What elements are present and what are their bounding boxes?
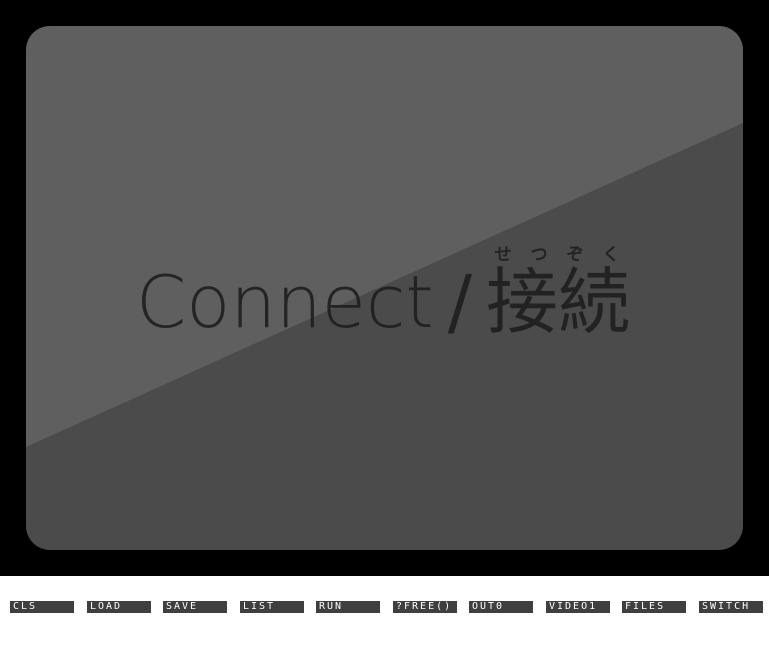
connect-text-ja-ruby: 接続せつぞく — [485, 246, 630, 344]
fkey-run[interactable]: RUN — [316, 601, 380, 613]
connect-separator: / — [447, 260, 472, 344]
fkey-switch[interactable]: SWITCH — [699, 601, 763, 613]
fkey-free[interactable]: ?FREE() — [393, 601, 457, 613]
fkey-list[interactable]: LIST — [240, 601, 304, 613]
fkey-video1[interactable]: VIDEO1 — [546, 601, 610, 613]
screen-frame: Connect / 接続せつぞく — [0, 0, 769, 576]
screen-panel: Connect / 接続せつぞく — [26, 26, 743, 550]
fkey-cls[interactable]: CLS — [10, 601, 74, 613]
connect-status-label: Connect / 接続せつぞく — [26, 26, 743, 550]
fkey-save[interactable]: SAVE — [163, 601, 227, 613]
fkey-load[interactable]: LOAD — [87, 601, 151, 613]
function-key-bar: CLS LOAD SAVE LIST RUN ?FREE() OUT0 VIDE… — [0, 576, 769, 648]
connect-text-ja: 接続 — [485, 260, 630, 344]
fkey-files[interactable]: FILES — [622, 601, 686, 613]
fkey-out0[interactable]: OUT0 — [469, 601, 533, 613]
connect-reading: せつぞく — [485, 245, 630, 265]
connect-text: Connect / 接続せつぞく — [136, 245, 630, 342]
connect-text-en: Connect — [136, 260, 434, 344]
